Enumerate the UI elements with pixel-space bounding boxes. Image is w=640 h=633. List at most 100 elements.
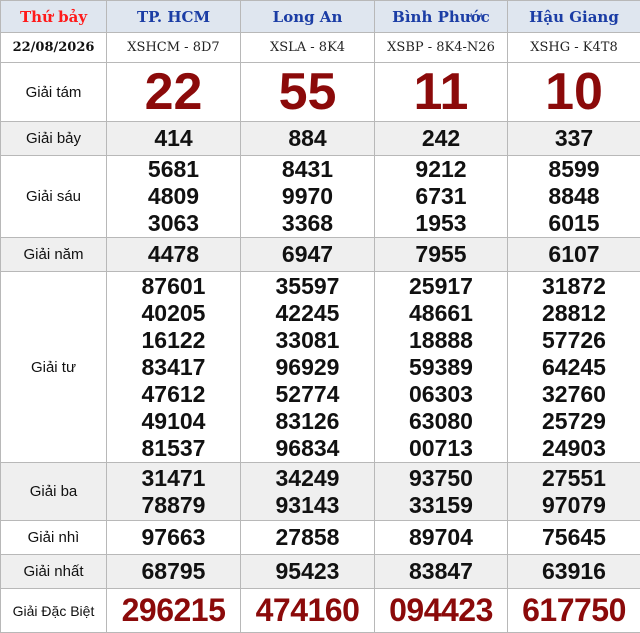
prize-number: 34249 bbox=[241, 465, 374, 492]
prize-number: 8848 bbox=[508, 183, 640, 210]
prize-row-g5: Giải năm 4478 6947 7955 6107 bbox=[1, 238, 640, 272]
prize-number: 83417 bbox=[107, 354, 240, 381]
prize-number: 9970 bbox=[241, 183, 374, 210]
prize-number: 6947 bbox=[241, 241, 374, 268]
special-prize-number: 474160 bbox=[241, 592, 374, 629]
prize-number: 55 bbox=[241, 63, 374, 121]
prize-row-g3: Giải ba 31471 78879 34249 93143 93750 33… bbox=[1, 463, 640, 521]
prize-number: 1953 bbox=[375, 210, 507, 237]
prize-number: 337 bbox=[508, 125, 640, 152]
province-name[interactable]: Bình Phước bbox=[375, 1, 508, 33]
prize-number: 22 bbox=[107, 63, 240, 121]
day-of-week: Thứ bảy bbox=[1, 1, 107, 33]
prize-label: Giải tám bbox=[1, 63, 107, 122]
prize-number: 31872 bbox=[508, 273, 640, 300]
prize-label: Giải sáu bbox=[1, 156, 107, 238]
prize-number: 40205 bbox=[107, 300, 240, 327]
prize-number: 414 bbox=[107, 125, 240, 152]
prize-number: 32760 bbox=[508, 381, 640, 408]
prize-number: 59389 bbox=[375, 354, 507, 381]
prize-number: 8599 bbox=[508, 156, 640, 183]
draw-code: XSLA - 8K4 bbox=[241, 33, 375, 63]
draw-code-row: 22/08/2026 XSHCM - 8D7 XSLA - 8K4 XSBP -… bbox=[1, 33, 640, 63]
prize-number: 9212 bbox=[375, 156, 507, 183]
prize-number: 64245 bbox=[508, 354, 640, 381]
prize-number: 33159 bbox=[375, 492, 507, 519]
prize-label: Giải năm bbox=[1, 238, 107, 272]
draw-date: 22/08/2026 bbox=[1, 33, 107, 63]
prize-number: 33081 bbox=[241, 327, 374, 354]
prize-number: 63080 bbox=[375, 408, 507, 435]
prize-number: 884 bbox=[241, 125, 374, 152]
draw-code: XSHCM - 8D7 bbox=[107, 33, 241, 63]
prize-number: 25729 bbox=[508, 408, 640, 435]
prize-number: 06303 bbox=[375, 381, 507, 408]
prize-row-g1: Giải nhất 68795 95423 83847 63916 bbox=[1, 555, 640, 589]
prize-label: Giải nhì bbox=[1, 521, 107, 555]
prize-number: 81537 bbox=[107, 435, 240, 462]
prize-number: 18888 bbox=[375, 327, 507, 354]
draw-code: XSHG - K4T8 bbox=[508, 33, 640, 63]
special-prize-number: 094423 bbox=[375, 592, 507, 629]
prize-number: 6731 bbox=[375, 183, 507, 210]
prize-row-g2: Giải nhì 97663 27858 89704 75645 bbox=[1, 521, 640, 555]
prize-number: 97663 bbox=[107, 524, 240, 551]
prize-number: 96929 bbox=[241, 354, 374, 381]
prize-number: 87601 bbox=[107, 273, 240, 300]
prize-number: 16122 bbox=[107, 327, 240, 354]
province-name[interactable]: Long An bbox=[241, 1, 375, 33]
prize-number: 6015 bbox=[508, 210, 640, 237]
prize-number: 6107 bbox=[508, 241, 640, 268]
prize-row-g4: Giải tư 87601 40205 16122 83417 47612 49… bbox=[1, 272, 640, 463]
prize-number: 93143 bbox=[241, 492, 374, 519]
prize-number: 52774 bbox=[241, 381, 374, 408]
prize-number: 27858 bbox=[241, 524, 374, 551]
prize-number: 68795 bbox=[107, 558, 240, 585]
lottery-results-table: Thứ bảy TP. HCM Long An Bình Phước Hậu G… bbox=[0, 0, 640, 633]
prize-number: 24903 bbox=[508, 435, 640, 462]
prize-number: 31471 bbox=[107, 465, 240, 492]
prize-number: 7955 bbox=[375, 241, 507, 268]
special-prize-number: 296215 bbox=[107, 592, 240, 629]
prize-number: 83126 bbox=[241, 408, 374, 435]
prize-number: 28812 bbox=[508, 300, 640, 327]
prize-number: 75645 bbox=[508, 524, 640, 551]
prize-number: 27551 bbox=[508, 465, 640, 492]
prize-number: 42245 bbox=[241, 300, 374, 327]
prize-row-g6: Giải sáu 5681 4809 3063 8431 9970 3368 9… bbox=[1, 156, 640, 238]
draw-code: XSBP - 8K4-N26 bbox=[375, 33, 508, 63]
prize-row-special: Giải Đặc Biệt 296215 474160 094423 61775… bbox=[1, 589, 640, 633]
prize-number: 63916 bbox=[508, 558, 640, 585]
prize-label: Giải tư bbox=[1, 272, 107, 463]
prize-label: Giải ba bbox=[1, 463, 107, 521]
prize-number: 89704 bbox=[375, 524, 507, 551]
prize-number: 47612 bbox=[107, 381, 240, 408]
prize-row-g7: Giải bảy 414 884 242 337 bbox=[1, 122, 640, 156]
prize-row-g8: Giải tám 22 55 11 10 bbox=[1, 63, 640, 122]
prize-number: 4478 bbox=[107, 241, 240, 268]
prize-number: 25917 bbox=[375, 273, 507, 300]
prize-number: 3063 bbox=[107, 210, 240, 237]
prize-label: Giải Đặc Biệt bbox=[1, 589, 107, 633]
prize-number: 5681 bbox=[107, 156, 240, 183]
prize-number: 96834 bbox=[241, 435, 374, 462]
prize-number: 78879 bbox=[107, 492, 240, 519]
prize-number: 95423 bbox=[241, 558, 374, 585]
province-name[interactable]: Hậu Giang bbox=[508, 1, 640, 33]
prize-number: 97079 bbox=[508, 492, 640, 519]
prize-number: 49104 bbox=[107, 408, 240, 435]
prize-number: 8431 bbox=[241, 156, 374, 183]
prize-label: Giải bảy bbox=[1, 122, 107, 156]
prize-number: 10 bbox=[508, 63, 640, 121]
prize-number: 48661 bbox=[375, 300, 507, 327]
prize-number: 4809 bbox=[107, 183, 240, 210]
province-name[interactable]: TP. HCM bbox=[107, 1, 241, 33]
prize-number: 242 bbox=[375, 125, 507, 152]
prize-number: 83847 bbox=[375, 558, 507, 585]
prize-number: 35597 bbox=[241, 273, 374, 300]
prize-label: Giải nhất bbox=[1, 555, 107, 589]
prize-number: 57726 bbox=[508, 327, 640, 354]
prize-number: 11 bbox=[375, 63, 507, 121]
prize-number: 93750 bbox=[375, 465, 507, 492]
prize-number: 00713 bbox=[375, 435, 507, 462]
